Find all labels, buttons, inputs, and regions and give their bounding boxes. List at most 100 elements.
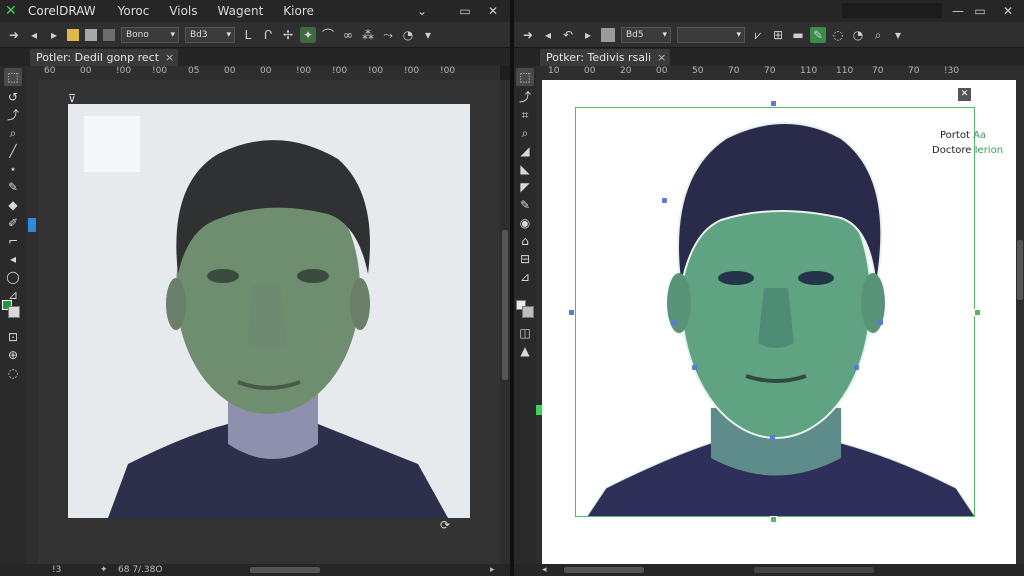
right-undo-icon[interactable]: ↶ bbox=[560, 27, 576, 43]
right-restore-button[interactable]: ▭ bbox=[972, 3, 988, 19]
outline-tool-icon[interactable]: ◌ bbox=[4, 364, 22, 382]
right-pick-tool-icon[interactable]: ⬚ bbox=[516, 68, 534, 86]
freehand-tool-icon[interactable]: ╱ bbox=[4, 142, 22, 160]
move-icon[interactable]: ✢ bbox=[280, 27, 296, 43]
right-bezier-tool-icon[interactable]: ◣ bbox=[516, 160, 534, 178]
search-box[interactable] bbox=[842, 3, 942, 18]
close-badge-icon[interactable]: ✕ bbox=[958, 88, 971, 101]
table-tool-icon[interactable]: ◂ bbox=[4, 250, 22, 268]
bezier-tool-icon[interactable]: ⋆ bbox=[4, 160, 22, 178]
right-horizontal-scroll-thumb[interactable] bbox=[564, 567, 644, 573]
right-vertical-scrollbar[interactable] bbox=[1016, 80, 1024, 564]
right-freehand-tool-icon[interactable]: ◢ bbox=[516, 142, 534, 160]
right-canvas[interactable]: ✕ Portot Aa Doctore Ierion bbox=[542, 80, 1016, 564]
brush-icon[interactable]: ⁂ bbox=[360, 27, 376, 43]
menu-item-4[interactable]: Kiore bbox=[273, 4, 324, 18]
right-minimize-button[interactable]: — bbox=[950, 3, 966, 19]
yellow-swatch[interactable] bbox=[67, 28, 79, 41]
menu-item-2[interactable]: Viols bbox=[159, 4, 207, 18]
crop-tool-icon[interactable]: ⤴ bbox=[4, 106, 22, 124]
right-fill-tool-icon[interactable]: ◉ bbox=[516, 214, 534, 232]
right-table-tool-icon[interactable]: ⊟ bbox=[516, 250, 534, 268]
right-zoom-icon[interactable]: ⌕ bbox=[870, 27, 886, 43]
text-tool-icon[interactable]: ⌐ bbox=[4, 232, 22, 250]
arrow-tool-icon[interactable]: ➜ bbox=[6, 27, 22, 43]
fill-tool-icon[interactable]: ◆ bbox=[4, 196, 22, 214]
right-zoom-tool-icon[interactable]: ⌕ bbox=[516, 124, 534, 142]
forward-icon[interactable]: ▸ bbox=[46, 27, 62, 43]
right-outline-color-swatch[interactable] bbox=[522, 306, 534, 318]
left-canvas[interactable]: ⊽ ⟳ bbox=[38, 80, 500, 564]
right-polygon-tool-icon[interactable]: ⊿ bbox=[516, 268, 534, 286]
right-lasso-icon[interactable]: ◌ bbox=[830, 27, 846, 43]
path-node[interactable] bbox=[878, 320, 883, 325]
curve-icon[interactable]: Ր bbox=[260, 27, 276, 43]
shape-tool-icon[interactable]: ↺ bbox=[4, 88, 22, 106]
left-vertical-scrollbar[interactable] bbox=[500, 80, 510, 564]
right-size-dropdown[interactable]: Bd5 bbox=[621, 26, 671, 43]
lasso-icon[interactable]: ⌒ bbox=[320, 27, 336, 43]
document-tab[interactable]: Potler: Dedil gonp rect × bbox=[30, 49, 179, 66]
restore-button[interactable]: ▭ bbox=[457, 3, 473, 19]
path-node[interactable] bbox=[692, 365, 697, 370]
right-arrow-icon[interactable]: ➜ bbox=[520, 27, 536, 43]
right-dash-icon[interactable]: ▬ bbox=[790, 27, 806, 43]
scroll-left-icon[interactable]: ◂ bbox=[542, 564, 547, 576]
back-icon[interactable]: ◂ bbox=[26, 27, 42, 43]
link-icon[interactable]: ∞ bbox=[340, 27, 356, 43]
path-node[interactable] bbox=[662, 198, 667, 203]
scroll-thumb[interactable] bbox=[502, 230, 508, 380]
interactive-tool-icon[interactable]: ⊕ bbox=[4, 346, 22, 364]
path-node[interactable] bbox=[672, 320, 677, 325]
horizontal-scroll-thumb[interactable] bbox=[250, 567, 320, 573]
select-node-icon[interactable]: ✦ bbox=[300, 26, 316, 43]
eyedropper-tool-icon[interactable]: ⊡ bbox=[4, 328, 22, 346]
right-artistic-tool-icon[interactable]: ◤ bbox=[516, 178, 534, 196]
minimize-button[interactable]: ⌄ bbox=[414, 3, 430, 19]
pick-tool-icon[interactable]: ⬚ bbox=[4, 68, 22, 86]
right-pen-tool-icon[interactable]: ✎ bbox=[516, 196, 534, 214]
grey-swatch[interactable] bbox=[85, 28, 97, 41]
right-grey-swatch[interactable] bbox=[601, 27, 615, 42]
rotate-handle-icon[interactable]: ⟳ bbox=[440, 518, 454, 532]
menu-item-1[interactable]: Yoroc bbox=[108, 4, 160, 18]
selection-handle-right[interactable] bbox=[974, 309, 981, 316]
right-horizontal-scroll-track[interactable] bbox=[754, 567, 874, 573]
path-node[interactable] bbox=[770, 435, 775, 440]
right-close-button[interactable]: ✕ bbox=[1000, 3, 1016, 19]
path-node[interactable] bbox=[854, 365, 859, 370]
ellipse-tool-icon[interactable]: ◯ bbox=[4, 268, 22, 286]
pen-icon[interactable]: ᒪ bbox=[240, 27, 256, 43]
right-forward-icon[interactable]: ▸ bbox=[580, 27, 596, 43]
tab-close-icon[interactable]: × bbox=[165, 49, 174, 66]
right-tab-close-icon[interactable]: × bbox=[657, 49, 666, 66]
knife-icon[interactable]: ⤳ bbox=[380, 27, 396, 43]
right-style-dropdown[interactable] bbox=[677, 26, 745, 43]
artistic-tool-icon[interactable]: ✎ bbox=[4, 178, 22, 196]
selection-handle-left[interactable] bbox=[568, 309, 575, 316]
selection-handle-top[interactable] bbox=[770, 100, 777, 107]
size-dropdown[interactable]: Bd3 bbox=[185, 26, 235, 43]
right-dropdown-icon[interactable]: ▾ bbox=[890, 27, 906, 43]
menu-item-3[interactable]: Wagent bbox=[208, 4, 274, 18]
right-active-tool-icon[interactable]: ✎ bbox=[810, 26, 826, 43]
font-dropdown[interactable]: Bono bbox=[121, 26, 179, 43]
selection-handle-bottom[interactable] bbox=[770, 516, 777, 523]
zoom-tool-icon[interactable]: ⌕ bbox=[4, 124, 22, 142]
right-crop-tool-icon[interactable]: ⌗ bbox=[516, 106, 534, 124]
right-shape-tool-icon[interactable]: ⤴ bbox=[516, 88, 534, 106]
dropdown-icon[interactable]: ▾ bbox=[420, 27, 436, 43]
right-grid-icon[interactable]: ⊞ bbox=[770, 27, 786, 43]
dark-swatch[interactable] bbox=[103, 28, 115, 41]
outline-color-swatch[interactable] bbox=[8, 306, 20, 318]
right-interactive-tool-icon[interactable]: ▲ bbox=[516, 342, 534, 360]
right-text-tool-icon[interactable]: ⌂ bbox=[516, 232, 534, 250]
shape-icon[interactable]: ◔ bbox=[400, 27, 416, 43]
right-shape-icon[interactable]: ◔ bbox=[850, 27, 866, 43]
right-document-tab[interactable]: Potker: Tedivis rsali × bbox=[540, 49, 671, 66]
scroll-right-icon[interactable]: ▸ bbox=[490, 564, 495, 576]
close-button[interactable]: ✕ bbox=[485, 3, 501, 19]
right-eyedropper-tool-icon[interactable]: ◫ bbox=[516, 324, 534, 342]
smart-fill-tool-icon[interactable]: ✐ bbox=[4, 214, 22, 232]
right-scroll-thumb[interactable] bbox=[1017, 240, 1023, 300]
